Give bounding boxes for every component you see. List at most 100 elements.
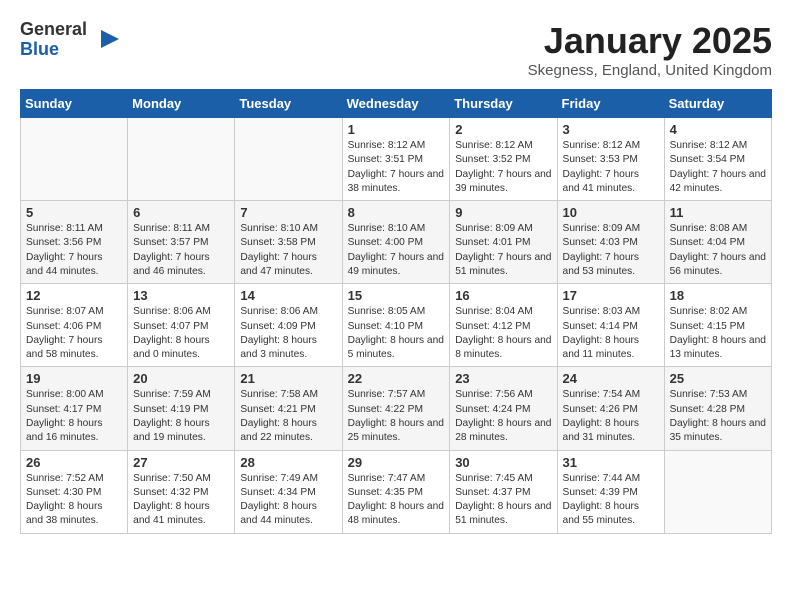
day-info: Sunrise: 8:05 AM Sunset: 4:10 PM Dayligh…	[348, 305, 445, 362]
day-number: 2	[455, 122, 551, 137]
month-title: January 2025	[528, 20, 772, 62]
day-number: 12	[26, 288, 122, 303]
calendar-cell: 18 Sunrise: 8:02 AM Sunset: 4:15 PM Dayli…	[664, 284, 771, 367]
calendar-cell: 10 Sunrise: 8:09 AM Sunset: 4:03 PM Dayli…	[557, 201, 664, 284]
day-number: 11	[670, 205, 766, 220]
day-number: 13	[133, 288, 229, 303]
calendar-cell: 4 Sunrise: 8:12 AM Sunset: 3:54 PM Daylig…	[664, 118, 771, 201]
calendar-week-row: 19 Sunrise: 8:00 AM Sunset: 4:17 PM Dayli…	[21, 367, 772, 450]
day-number: 20	[133, 371, 229, 386]
calendar-cell: 27 Sunrise: 7:50 AM Sunset: 4:32 PM Dayli…	[128, 450, 235, 533]
day-info: Sunrise: 7:59 AM Sunset: 4:19 PM Dayligh…	[133, 388, 229, 445]
day-number: 26	[26, 455, 122, 470]
location: Skegness, England, United Kingdom	[528, 62, 772, 79]
calendar-cell: 7 Sunrise: 8:10 AM Sunset: 3:58 PM Daylig…	[235, 201, 342, 284]
calendar-cell: 12Sunrise: 8:07 AM Sunset: 4:06 PM Dayli…	[21, 284, 128, 367]
calendar-cell: 22Sunrise: 7:57 AM Sunset: 4:22 PM Dayli…	[342, 367, 450, 450]
calendar-cell: 17 Sunrise: 8:03 AM Sunset: 4:14 PM Dayli…	[557, 284, 664, 367]
calendar-cell: 16 Sunrise: 8:04 AM Sunset: 4:12 PM Dayli…	[450, 284, 557, 367]
day-number: 19	[26, 371, 122, 386]
day-info: Sunrise: 8:04 AM Sunset: 4:12 PM Dayligh…	[455, 305, 551, 362]
calendar-cell: 25Sunrise: 7:53 AM Sunset: 4:28 PM Dayli…	[664, 367, 771, 450]
day-number: 25	[670, 371, 766, 386]
day-info: Sunrise: 8:10 AM Sunset: 3:58 PM Dayligh…	[240, 222, 336, 279]
day-info: Sunrise: 8:00 AM Sunset: 4:17 PM Dayligh…	[26, 388, 122, 445]
logo-blue: Blue	[20, 40, 87, 60]
day-info: Sunrise: 7:50 AM Sunset: 4:32 PM Dayligh…	[133, 472, 229, 529]
day-number: 28	[240, 455, 336, 470]
day-number: 3	[563, 122, 659, 137]
day-info: Sunrise: 8:06 AM Sunset: 4:09 PM Dayligh…	[240, 305, 336, 362]
calendar-table: SundayMondayTuesdayWednesdayThursdayFrid…	[20, 89, 772, 534]
day-info: Sunrise: 7:45 AM Sunset: 4:37 PM Dayligh…	[455, 472, 551, 529]
calendar-cell	[664, 450, 771, 533]
day-info: Sunrise: 7:56 AM Sunset: 4:24 PM Dayligh…	[455, 388, 551, 445]
calendar-week-row: 5 Sunrise: 8:11 AM Sunset: 3:56 PM Daylig…	[21, 201, 772, 284]
day-number: 18	[670, 288, 766, 303]
weekday-header: Friday	[557, 90, 664, 118]
logo-general: General	[20, 20, 87, 40]
day-info: Sunrise: 7:44 AM Sunset: 4:39 PM Dayligh…	[563, 472, 659, 529]
day-info: Sunrise: 8:10 AM Sunset: 4:00 PM Dayligh…	[348, 222, 445, 279]
calendar-cell: 23 Sunrise: 7:56 AM Sunset: 4:24 PM Dayli…	[450, 367, 557, 450]
calendar-cell: 31 Sunrise: 7:44 AM Sunset: 4:39 PM Dayli…	[557, 450, 664, 533]
calendar-cell: 29Sunrise: 7:47 AM Sunset: 4:35 PM Dayli…	[342, 450, 450, 533]
weekday-header: Saturday	[664, 90, 771, 118]
day-info: Sunrise: 8:12 AM Sunset: 3:52 PM Dayligh…	[455, 139, 551, 196]
calendar-week-row: 1Sunrise: 8:12 AM Sunset: 3:51 PM Daylig…	[21, 118, 772, 201]
calendar-week-row: 26 Sunrise: 7:52 AM Sunset: 4:30 PM Dayli…	[21, 450, 772, 533]
calendar-cell	[21, 118, 128, 201]
day-number: 10	[563, 205, 659, 220]
weekday-header: Monday	[128, 90, 235, 118]
day-info: Sunrise: 7:49 AM Sunset: 4:34 PM Dayligh…	[240, 472, 336, 529]
day-info: Sunrise: 8:11 AM Sunset: 3:56 PM Dayligh…	[26, 222, 122, 279]
day-info: Sunrise: 8:08 AM Sunset: 4:04 PM Dayligh…	[670, 222, 766, 279]
day-number: 6	[133, 205, 229, 220]
logo-icon	[91, 25, 121, 55]
day-number: 17	[563, 288, 659, 303]
logo: General Blue	[20, 20, 121, 60]
day-info: Sunrise: 8:12 AM Sunset: 3:51 PM Dayligh…	[348, 139, 445, 196]
day-number: 31	[563, 455, 659, 470]
day-number: 21	[240, 371, 336, 386]
calendar-cell: 13Sunrise: 8:06 AM Sunset: 4:07 PM Dayli…	[128, 284, 235, 367]
day-info: Sunrise: 7:47 AM Sunset: 4:35 PM Dayligh…	[348, 472, 445, 529]
calendar-cell: 5 Sunrise: 8:11 AM Sunset: 3:56 PM Daylig…	[21, 201, 128, 284]
day-number: 23	[455, 371, 551, 386]
calendar-cell: 26 Sunrise: 7:52 AM Sunset: 4:30 PM Dayli…	[21, 450, 128, 533]
day-info: Sunrise: 8:03 AM Sunset: 4:14 PM Dayligh…	[563, 305, 659, 362]
day-number: 9	[455, 205, 551, 220]
calendar-cell: 30 Sunrise: 7:45 AM Sunset: 4:37 PM Dayli…	[450, 450, 557, 533]
day-info: Sunrise: 8:09 AM Sunset: 4:03 PM Dayligh…	[563, 222, 659, 279]
day-info: Sunrise: 8:02 AM Sunset: 4:15 PM Dayligh…	[670, 305, 766, 362]
day-info: Sunrise: 8:12 AM Sunset: 3:54 PM Dayligh…	[670, 139, 766, 196]
title-section: January 2025 Skegness, England, United K…	[528, 20, 772, 79]
day-number: 22	[348, 371, 445, 386]
calendar-cell: 11 Sunrise: 8:08 AM Sunset: 4:04 PM Dayli…	[664, 201, 771, 284]
calendar-cell	[235, 118, 342, 201]
day-number: 7	[240, 205, 336, 220]
day-number: 4	[670, 122, 766, 137]
day-number: 27	[133, 455, 229, 470]
day-number: 30	[455, 455, 551, 470]
calendar-cell: 9 Sunrise: 8:09 AM Sunset: 4:01 PM Daylig…	[450, 201, 557, 284]
day-info: Sunrise: 7:58 AM Sunset: 4:21 PM Dayligh…	[240, 388, 336, 445]
day-number: 5	[26, 205, 122, 220]
calendar-week-row: 12Sunrise: 8:07 AM Sunset: 4:06 PM Dayli…	[21, 284, 772, 367]
calendar-cell: 2 Sunrise: 8:12 AM Sunset: 3:52 PM Daylig…	[450, 118, 557, 201]
calendar-cell: 1Sunrise: 8:12 AM Sunset: 3:51 PM Daylig…	[342, 118, 450, 201]
day-number: 16	[455, 288, 551, 303]
calendar-cell: 6 Sunrise: 8:11 AM Sunset: 3:57 PM Daylig…	[128, 201, 235, 284]
calendar-cell: 28 Sunrise: 7:49 AM Sunset: 4:34 PM Dayli…	[235, 450, 342, 533]
calendar-cell: 20 Sunrise: 7:59 AM Sunset: 4:19 PM Dayli…	[128, 367, 235, 450]
weekday-header: Wednesday	[342, 90, 450, 118]
day-number: 14	[240, 288, 336, 303]
day-info: Sunrise: 8:12 AM Sunset: 3:53 PM Dayligh…	[563, 139, 659, 196]
calendar-cell: 19 Sunrise: 8:00 AM Sunset: 4:17 PM Dayli…	[21, 367, 128, 450]
calendar-cell: 24Sunrise: 7:54 AM Sunset: 4:26 PM Dayli…	[557, 367, 664, 450]
day-info: Sunrise: 7:52 AM Sunset: 4:30 PM Dayligh…	[26, 472, 122, 529]
weekday-header: Sunday	[21, 90, 128, 118]
day-info: Sunrise: 8:09 AM Sunset: 4:01 PM Dayligh…	[455, 222, 551, 279]
day-number: 24	[563, 371, 659, 386]
day-info: Sunrise: 8:11 AM Sunset: 3:57 PM Dayligh…	[133, 222, 229, 279]
